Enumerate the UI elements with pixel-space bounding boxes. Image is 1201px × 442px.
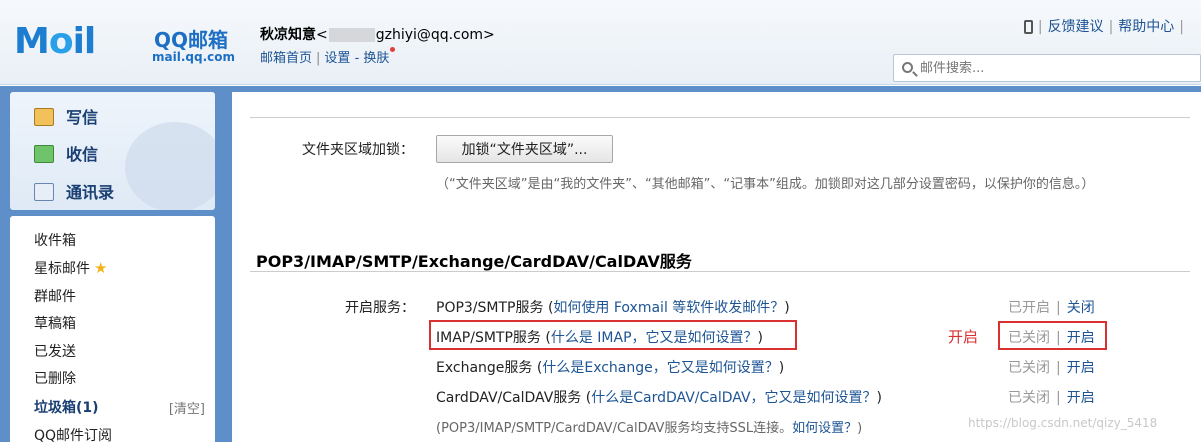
service-help-link[interactable]: 什么是Exchange，它又是如何设置？ (542, 360, 778, 376)
mail-search-box[interactable] (893, 54, 1201, 82)
redacted-email (328, 28, 375, 42)
compose-button[interactable]: 写信 (34, 104, 98, 128)
separator: | (316, 51, 321, 66)
skin-link[interactable]: 换肤 (363, 51, 389, 66)
highlight-box-imap-status (998, 321, 1107, 350)
user-email-suffix: gzhiyi@qq.com> (375, 27, 495, 43)
separator: | (1037, 19, 1043, 35)
paren-close: ) (784, 300, 790, 316)
user-email-prefix: < (316, 27, 328, 43)
status-text: 已关闭 (1008, 390, 1050, 406)
service-name: CardDAV/CalDAV服务 (436, 390, 582, 406)
service-row-carddav: CardDAV/CalDAV服务 (什么是CardDAV/CalDAV，它又是如… (436, 387, 882, 407)
service-help-link[interactable]: 什么是CardDAV/CalDAV，它又是如何设置？ (591, 390, 876, 406)
paren-open: ( (532, 360, 543, 376)
paren-close: ) (857, 421, 863, 436)
watermark: https://blog.csdn.net/qizy_5418 (968, 416, 1158, 430)
lock-folder-area-button[interactable]: 加锁“文件夹区域”... (436, 135, 613, 163)
paren-open: ( (581, 390, 592, 406)
service-status-carddav: 已关闭 | 开启 (1008, 387, 1095, 407)
status-text: 已开启 (1008, 300, 1050, 316)
service-name: Exchange服务 (436, 360, 533, 376)
separator: | (1056, 390, 1061, 406)
user-name: 秋凉知意 (260, 27, 316, 43)
search-input[interactable] (920, 59, 1190, 77)
receive-label: 收信 (66, 145, 99, 164)
folder-deleted[interactable]: 已删除 (34, 368, 76, 388)
folder-subscription[interactable]: QQ邮件订阅 (34, 425, 112, 442)
service-name: POP3/SMTP服务 (436, 300, 544, 316)
dash: - (354, 51, 360, 66)
folder-list: 收件箱 星标邮件 ★ 群邮件 草稿箱 已发送 已删除 垃圾箱(1) [清空] QQ… (10, 216, 215, 442)
folder-drafts[interactable]: 草稿箱 (34, 313, 76, 333)
mailbox-home-link[interactable]: 邮箱首页 (260, 51, 312, 66)
clear-junk-link[interactable]: [清空] (169, 398, 205, 417)
service-row-pop3: POP3/SMTP服务 (如何使用 Foxmail 等软件收发邮件？) (436, 297, 790, 317)
folder-starred-label: 星标邮件 (34, 261, 90, 277)
ssl-note: (POP3/IMAP/SMTP/CardDAV/CalDAV服务均支持SSL连接… (436, 417, 862, 436)
settings-link[interactable]: 设置 (324, 51, 350, 66)
paren-close: ) (876, 390, 883, 406)
paren-close: ) (778, 360, 785, 376)
section-title: POP3/IMAP/SMTP/Exchange/CardDAV/CalDAV服务 (256, 252, 692, 271)
compose-label: 写信 (66, 108, 99, 127)
ssl-help-link[interactable]: 如何设置？ (792, 421, 857, 436)
contacts-button[interactable]: 通讯录 (34, 179, 114, 203)
service-toggle-link[interactable]: 关闭 (1067, 300, 1095, 316)
separator: | (1056, 300, 1061, 316)
ssl-note-text: (POP3/IMAP/SMTP/CardDAV/CalDAV服务均支持SSL连接… (436, 421, 793, 436)
logo-brand: QQ邮箱 (154, 28, 229, 52)
service-toggle-link[interactable]: 开启 (1067, 390, 1095, 406)
folder-group[interactable]: 群邮件 (34, 286, 76, 306)
service-status-pop3: 已开启 | 关闭 (1008, 297, 1095, 317)
folder-inbox[interactable]: 收件箱 (34, 230, 76, 250)
service-row-exchange: Exchange服务 (什么是Exchange，它又是如何设置？) (436, 357, 784, 377)
inbox-download-icon (34, 145, 54, 163)
contacts-label: 通讯录 (66, 183, 115, 202)
annotation-label: 开启 (948, 328, 979, 346)
separator: | (1179, 19, 1184, 35)
header: Moil QQ邮箱 mail.qq.com 秋凉知意< gzhiyi@qq.com… (0, 0, 1201, 85)
folder-lock-description: （“文件夹区域”是由“我的文件夹”、“其他邮箱”、“记事本”组成。加锁即对这几部… (436, 177, 1095, 192)
quick-actions-panel: 写信 收信 通讯录 (10, 92, 215, 210)
top-links: | 反馈建议 | 帮助中心 | (1023, 16, 1189, 36)
paren-open: ( (543, 300, 554, 316)
divider (250, 117, 1190, 118)
write-icon (34, 108, 54, 126)
penguin-watermark-decoration (125, 122, 215, 210)
folder-starred[interactable]: 星标邮件 ★ (34, 258, 107, 278)
mobile-phone-icon[interactable] (1023, 20, 1033, 34)
receive-button[interactable]: 收信 (34, 141, 98, 165)
folder-junk[interactable]: 垃圾箱(1) (34, 397, 99, 417)
qq-mail-logo[interactable]: Moil QQ邮箱 mail.qq.com (14, 22, 244, 70)
service-status-exchange: 已关闭 | 开启 (1008, 357, 1095, 377)
service-help-link[interactable]: 如何使用 Foxmail 等软件收发邮件？ (553, 300, 784, 316)
contacts-icon (34, 183, 54, 201)
mail-services-section: POP3/IMAP/SMTP/Exchange/CardDAV/CalDAV服务 (250, 237, 1190, 272)
folder-lock-label: 文件夹区域加锁： (302, 142, 414, 158)
notification-dot (390, 47, 396, 52)
service-toggle-link[interactable]: 开启 (1067, 360, 1095, 376)
feedback-link[interactable]: 反馈建议 (1048, 19, 1104, 35)
user-account: 秋凉知意< gzhiyi@qq.com> (260, 24, 495, 44)
search-icon (902, 62, 913, 73)
status-text: 已关闭 (1008, 360, 1050, 376)
logo-wordmark: Moil (14, 21, 96, 62)
highlight-box-imap-row (429, 320, 797, 350)
star-icon: ★ (94, 259, 108, 277)
separator: | (1056, 360, 1061, 376)
enable-services-label: 开启服务： (345, 300, 415, 316)
user-links: 邮箱首页 | 设置 - 换肤 (260, 47, 396, 66)
logo-domain: mail.qq.com (152, 50, 235, 64)
help-center-link[interactable]: 帮助中心 (1118, 19, 1174, 35)
folder-sent[interactable]: 已发送 (34, 341, 76, 361)
separator: | (1108, 19, 1114, 35)
